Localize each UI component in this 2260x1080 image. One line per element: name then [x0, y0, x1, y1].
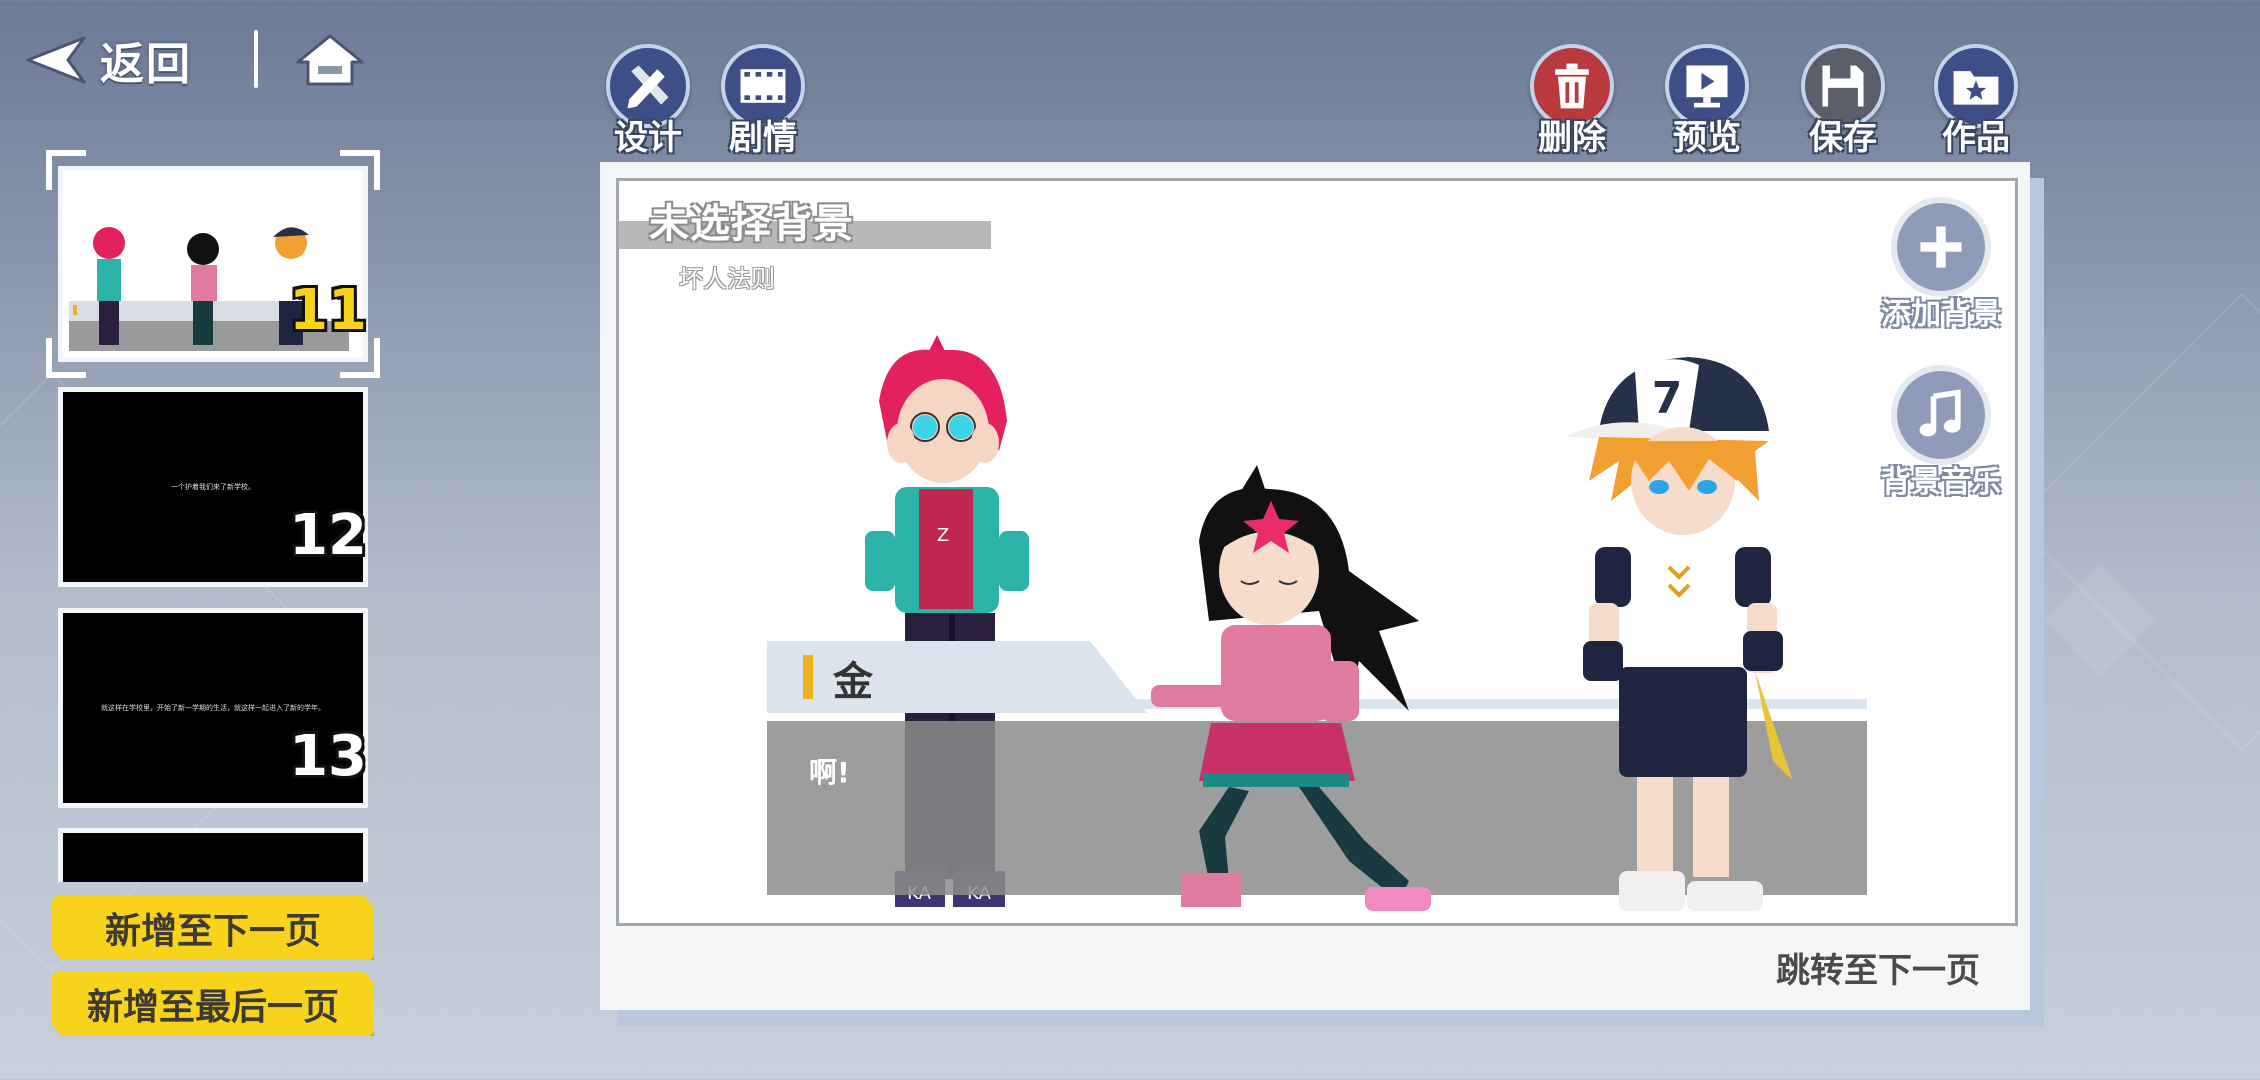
preview-label: 预览 — [1673, 118, 1741, 158]
back-arrow-icon — [26, 36, 86, 84]
speaker-accent-bar — [803, 655, 813, 699]
add-background-label: 添加背景 — [1881, 297, 2001, 332]
page-preview-text: 就这样在学校里，开始了新一学期的生活，就这样一起进入了新的学年。 — [101, 704, 325, 712]
works-label: 作品 — [1942, 118, 2010, 158]
design-button[interactable]: 设计 — [600, 44, 696, 158]
page-number: 12 — [289, 503, 367, 568]
back-label: 返回 — [100, 39, 192, 90]
save-disk-icon — [1822, 65, 1864, 107]
save-label: 保存 — [1809, 118, 1877, 158]
page-thumbnail-13[interactable]: 就这样在学校里，开始了新一学期的生活，就这样一起进入了新的学年。 13 — [58, 608, 368, 808]
background-subtitle: 坏人法则 — [679, 265, 775, 293]
page-number: 11 — [289, 278, 367, 343]
page-preview-text: 一个护着我们来了新学校。 — [171, 483, 255, 491]
scene-panel: 未选择背景 坏人法则 Z KA KA 金 啊! — [600, 162, 2030, 1010]
works-button[interactable]: 作品 — [1928, 44, 2024, 158]
preview-play-icon — [1686, 65, 1728, 108]
folder-star-icon — [1953, 71, 1999, 105]
film-strip-icon — [740, 69, 786, 103]
story-button[interactable]: 剧情 — [715, 44, 811, 158]
background-title: 未选择背景 — [649, 201, 854, 247]
trash-icon — [1555, 63, 1589, 109]
nav-divider — [254, 30, 258, 88]
add-background-button[interactable]: 添加背景 — [1871, 197, 2011, 333]
background-music-button[interactable]: 背景音乐 — [1871, 365, 2011, 501]
home-icon — [296, 34, 364, 86]
story-label: 剧情 — [729, 118, 797, 158]
save-button[interactable]: 保存 — [1795, 44, 1891, 158]
dialog-text: 啊! — [809, 756, 850, 789]
design-pencil-ruler-icon — [627, 65, 669, 109]
delete-button[interactable]: 删除 — [1524, 44, 1620, 158]
character-cap-boy[interactable]: 7 — [1559, 341, 1799, 921]
page-thumbnail-next[interactable] — [58, 828, 368, 882]
character-black-hair[interactable] — [1129, 461, 1449, 921]
speaker-name-plate: 金 — [767, 641, 1147, 713]
page-thumbnail-11[interactable]: 11 — [58, 166, 368, 362]
back-button[interactable]: 返回 — [22, 30, 192, 90]
speaker-name: 金 — [833, 659, 873, 705]
plus-icon — [1920, 226, 1962, 268]
preview-button[interactable]: 预览 — [1659, 44, 1755, 158]
cap-number: 7 — [1652, 373, 1683, 424]
bg-diamond-right-large — [2012, 292, 2260, 752]
svg-text:Z: Z — [937, 525, 949, 546]
delete-label: 删除 — [1538, 118, 1606, 158]
home-button[interactable] — [294, 32, 366, 88]
add-next-page-button[interactable]: 新增至下一页 — [52, 896, 374, 960]
scene-stage[interactable]: 未选择背景 坏人法则 Z KA KA 金 啊! — [616, 178, 2018, 926]
next-page-button[interactable]: 跳转至下一页 — [1776, 943, 1980, 992]
background-music-label: 背景音乐 — [1881, 465, 2001, 500]
page-thumbnail-12[interactable]: 一个护着我们来了新学校。 12 — [58, 387, 368, 587]
page-number: 13 — [289, 724, 367, 789]
music-note-icon — [1919, 389, 1961, 437]
add-last-page-button[interactable]: 新增至最后一页 — [52, 972, 374, 1036]
